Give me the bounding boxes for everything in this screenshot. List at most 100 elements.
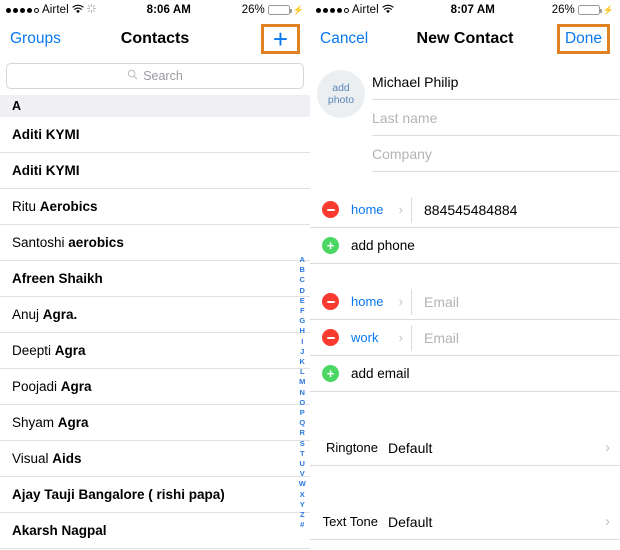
phone-section-gap <box>310 172 620 192</box>
search-input[interactable]: Search <box>6 63 304 89</box>
tones-section-gap <box>310 392 620 430</box>
tone-row[interactable]: Text Tone Default › <box>310 504 620 540</box>
phone-label: home <box>351 202 384 217</box>
index-letter[interactable]: R <box>300 428 306 438</box>
search-placeholder: Search <box>143 69 183 83</box>
index-letter[interactable]: S <box>300 439 305 449</box>
contact-row[interactable]: Aditi KYMI <box>0 153 310 189</box>
contact-row[interactable]: Aditi KYMI <box>0 117 310 153</box>
contact-first-name: Deepti <box>12 343 55 358</box>
name-fields: Michael Philip Last name Company <box>372 64 620 172</box>
contact-last-name: Agra <box>54 343 86 358</box>
contact-row[interactable]: Ajay Tauji Bangalore ( rishi papa) <box>0 477 310 513</box>
status-left-group-right: Airtel <box>316 4 394 17</box>
chevron-right-icon: › <box>398 330 403 345</box>
index-letter[interactable]: W <box>299 479 306 489</box>
contact-row[interactable]: Shyam Agra <box>0 405 310 441</box>
index-letter[interactable]: M <box>299 377 305 387</box>
email-label-selector[interactable]: home › <box>339 294 411 309</box>
contact-row[interactable]: Anuj Agra. <box>0 297 310 333</box>
nav-bar-new-contact: Cancel New Contact Done <box>310 20 620 58</box>
index-letter[interactable]: Z <box>300 510 305 520</box>
contacts-list[interactable]: A Aditi KYMI Aditi KYMI Ritu Aerobics Santo… <box>0 95 310 549</box>
nav-bar-contacts: Groups Contacts + <box>0 20 310 58</box>
contact-first-name: Aditi <box>12 163 46 178</box>
last-name-placeholder: Last name <box>372 109 438 126</box>
contact-last-name: Aids <box>52 451 82 466</box>
phone-entry-row[interactable]: home › 884545484884 <box>310 192 620 228</box>
index-letter[interactable]: N <box>300 388 306 398</box>
tone-row[interactable]: Ringtone Default › <box>310 430 620 466</box>
contact-first-name: Shyam <box>12 415 58 430</box>
minus-circle-icon[interactable] <box>322 329 339 346</box>
add-photo-line1: add <box>332 82 350 94</box>
phone-label-selector[interactable]: home › <box>339 202 411 217</box>
plus-circle-icon[interactable]: + <box>322 365 339 382</box>
contact-last-name: Shaikh <box>58 271 103 286</box>
index-letter[interactable]: C <box>300 275 306 285</box>
email-entry-row[interactable]: home › Email <box>310 284 620 320</box>
index-letter[interactable]: V <box>300 469 305 479</box>
alphabet-index-bar[interactable]: A B C D E F G H I J K L M N O P Q R S T U V W X Y Z # <box>299 255 306 530</box>
activity-spinner-icon <box>86 4 96 16</box>
phone-value-input[interactable]: 884545484884 <box>412 202 517 218</box>
index-letter[interactable]: G <box>299 316 305 326</box>
index-letter[interactable]: Y <box>300 500 305 510</box>
contact-row[interactable]: Afreen Shaikh <box>0 261 310 297</box>
add-email-row[interactable]: + add email <box>310 356 620 392</box>
index-letter[interactable]: B <box>300 265 306 275</box>
index-letter[interactable]: T <box>300 449 305 459</box>
contact-row[interactable]: Deepti Agra <box>0 333 310 369</box>
add-photo-button[interactable]: add photo <box>317 70 365 118</box>
search-icon <box>127 67 138 85</box>
contact-row[interactable]: Akarsh Nagpal <box>0 513 310 549</box>
contact-last-name: KYMI <box>45 127 80 142</box>
index-letter[interactable]: P <box>300 408 305 418</box>
contact-first-name: Afreen <box>12 271 59 286</box>
index-letter[interactable]: K <box>300 357 306 367</box>
index-letter[interactable]: E <box>300 296 305 306</box>
add-photo-line2: photo <box>327 94 355 106</box>
company-field[interactable]: Company <box>372 136 620 172</box>
index-letter[interactable]: H <box>300 326 306 336</box>
email-value-input[interactable]: Email <box>412 330 459 346</box>
last-name-field[interactable]: Last name <box>372 100 620 136</box>
contact-last-name: Akarsh Nagpal <box>12 523 107 538</box>
index-letter[interactable]: O <box>299 398 305 408</box>
status-time: 8:06 AM <box>146 4 191 16</box>
index-letter[interactable]: J <box>300 347 304 357</box>
index-letter[interactable]: F <box>300 306 305 316</box>
plus-circle-icon[interactable]: + <box>322 237 339 254</box>
add-phone-row[interactable]: + add phone <box>310 228 620 264</box>
signal-strength-icon <box>316 7 349 13</box>
tone-gap <box>310 466 620 504</box>
index-letter[interactable]: D <box>300 286 306 296</box>
index-letter[interactable]: I <box>301 337 303 347</box>
charging-bolt-icon: ⚡ <box>292 4 304 15</box>
contact-row[interactable]: Visual Aids <box>0 441 310 477</box>
section-header-a: A <box>0 95 310 117</box>
contact-row[interactable]: Santoshi aerobics <box>0 225 310 261</box>
plus-icon[interactable]: + <box>273 26 288 52</box>
status-bar-left: Airtel 8:06 AM 26% ⚡ <box>0 0 310 20</box>
index-letter[interactable]: # <box>300 520 304 530</box>
contact-row[interactable]: Ritu Aerobics <box>0 189 310 225</box>
battery-icon <box>267 5 292 15</box>
groups-button[interactable]: Groups <box>10 30 61 48</box>
contact-row[interactable]: Poojadi Agra <box>0 369 310 405</box>
minus-circle-icon[interactable] <box>322 201 339 218</box>
index-letter[interactable]: A <box>300 255 306 265</box>
contact-first-name: Visual <box>12 451 53 466</box>
email-label-selector[interactable]: work › <box>339 330 411 345</box>
first-name-field[interactable]: Michael Philip <box>372 64 620 100</box>
index-letter[interactable]: L <box>300 367 305 377</box>
index-letter[interactable]: Q <box>299 418 305 428</box>
index-letter[interactable]: U <box>300 459 306 469</box>
index-letter[interactable]: X <box>300 490 305 500</box>
email-entry-row[interactable]: work › Email <box>310 320 620 356</box>
cancel-button[interactable]: Cancel <box>320 30 368 48</box>
minus-circle-icon[interactable] <box>322 293 339 310</box>
done-button[interactable]: Done <box>565 31 602 47</box>
email-value-input[interactable]: Email <box>412 294 459 310</box>
email-label: work <box>351 330 379 345</box>
